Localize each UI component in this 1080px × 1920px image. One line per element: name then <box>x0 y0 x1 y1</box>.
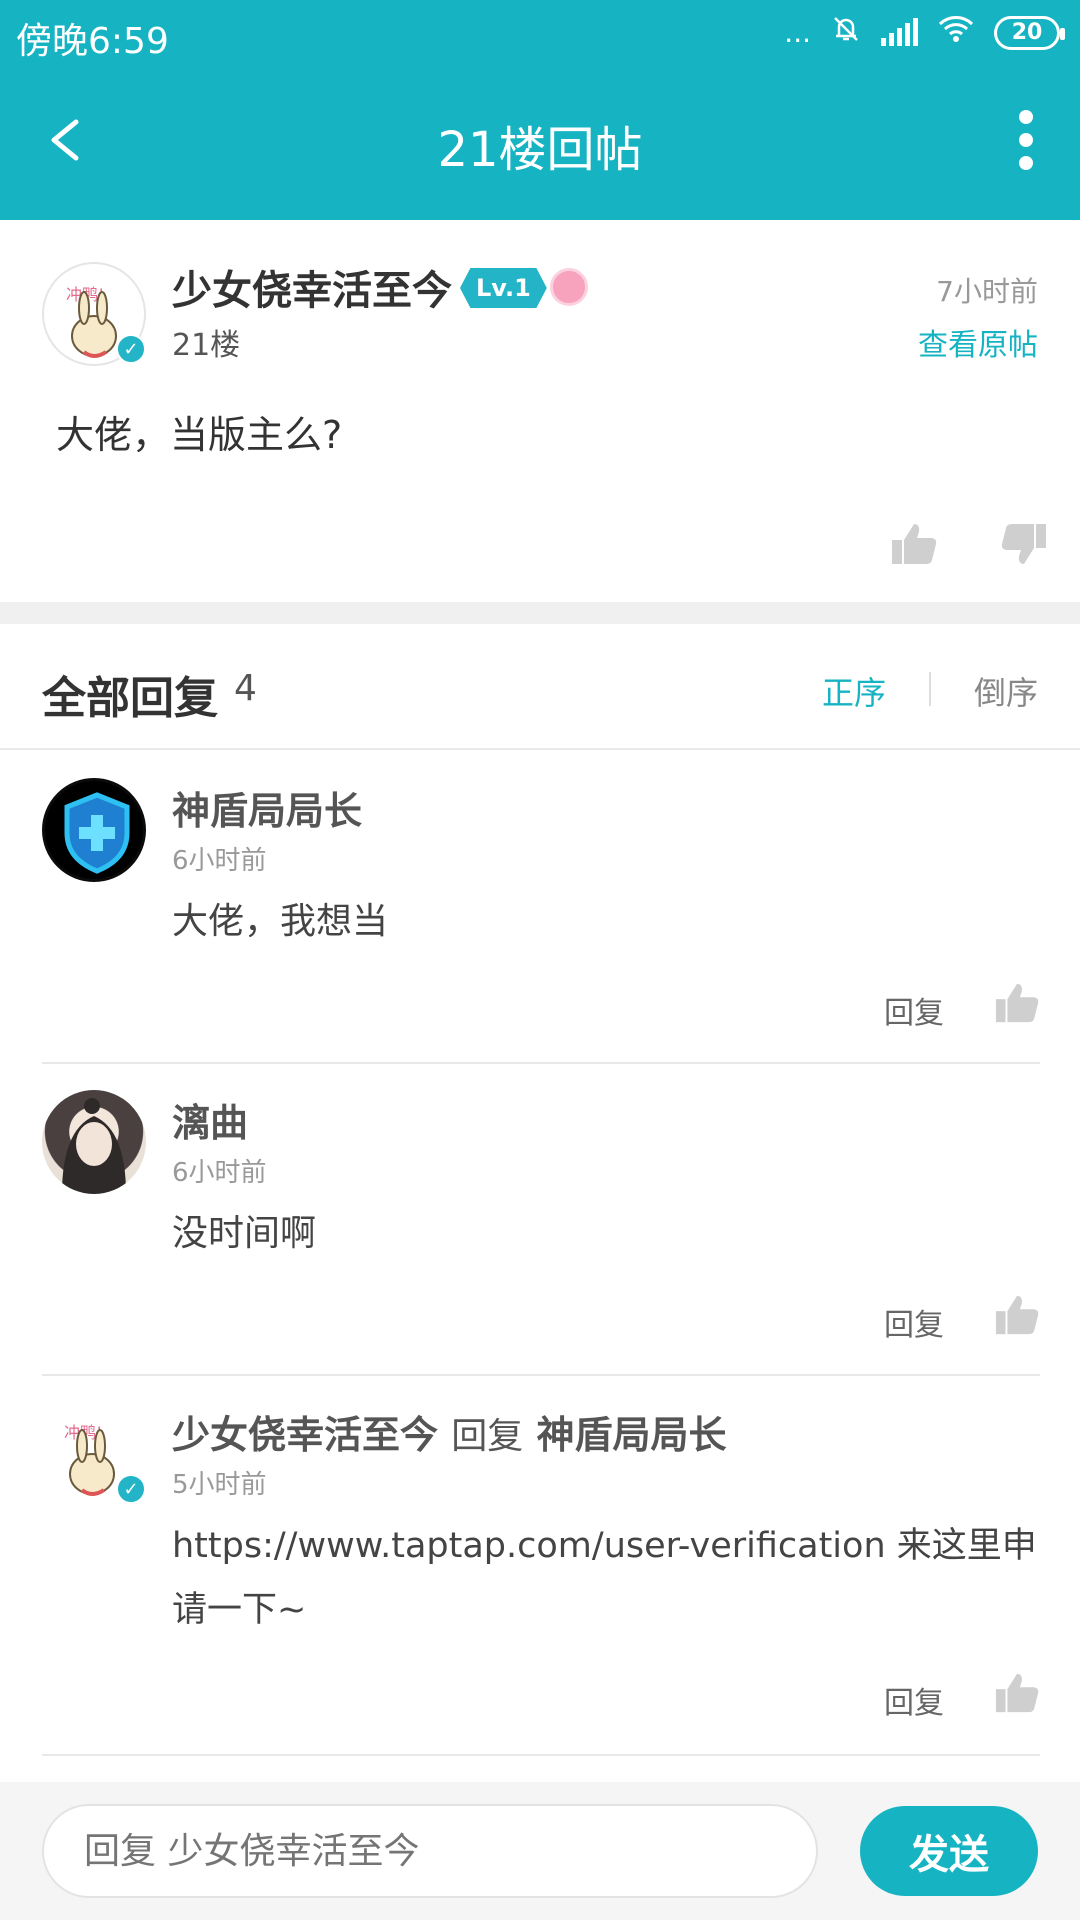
post-content: 大佬，当版主么? <box>56 413 343 457</box>
reply-author[interactable]: 神盾局局长 <box>172 780 362 835</box>
status-time: 傍晚6:59 <box>16 21 169 62</box>
battery-icon: 20 <box>994 15 1065 50</box>
thumbs-up-icon[interactable] <box>890 520 938 572</box>
signal-icon <box>881 17 918 46</box>
reply-author-line: 少女侥幸活至今 回复 神盾局局长 <box>172 1404 727 1459</box>
avatar[interactable] <box>42 1090 146 1194</box>
status-icons: ... 20 <box>784 14 1065 51</box>
list-item: 漓曲 6小时前 没时间啊 回复 <box>42 1064 1040 1376</box>
reply-button[interactable]: 回复 <box>884 988 944 1032</box>
section-divider <box>0 602 1080 624</box>
post-time: 7小时前 <box>936 275 1038 308</box>
reply-time: 6小时前 <box>172 1158 267 1188</box>
verified-icon: ✓ <box>116 334 146 364</box>
sort-descending-tab[interactable]: 倒序 <box>974 668 1038 714</box>
replies-header: 全部回复 4 正序 倒序 <box>0 624 1080 750</box>
view-original-link[interactable]: 查看原帖 <box>918 320 1038 364</box>
reply-button[interactable]: 回复 <box>884 1678 944 1722</box>
floor-number: 21楼 <box>172 328 241 363</box>
list-item: 冲鸭! ✓ 少女侥幸活至今 回复 神盾局局长 5小时前 https://www.… <box>42 1376 1040 1756</box>
level-badge: Lv.1 <box>460 268 547 308</box>
reply-to-label: 回复 <box>451 1416 524 1457</box>
list-item: 神盾局局长 6小时前 大佬，我想当 回复 <box>42 752 1040 1064</box>
more-dots-icon: ... <box>784 16 811 49</box>
thumbs-down-icon[interactable] <box>1000 520 1048 572</box>
post-author[interactable]: 少女侥幸活至今 <box>172 258 452 316</box>
reply-bar: 发送 <box>0 1782 1080 1920</box>
reply-text: 大佬，我想当 <box>172 901 389 942</box>
status-bar: 傍晚6:59 ... 20 <box>0 0 1080 70</box>
page-title: 21楼回帖 <box>437 122 643 178</box>
send-button[interactable]: 发送 <box>860 1806 1038 1896</box>
reply-author[interactable]: 少女侥幸活至今 <box>172 1413 438 1457</box>
avatar[interactable] <box>42 778 146 882</box>
top-app-bar: 21楼回帖 <box>0 70 1080 220</box>
reply-target[interactable]: 神盾局局长 <box>537 1413 727 1457</box>
reply-text: https://www.taptap.com/user-verification… <box>172 1526 1037 1630</box>
wifi-icon <box>938 15 974 50</box>
reply-time: 6小时前 <box>172 846 267 876</box>
thumbs-up-icon[interactable] <box>994 1292 1040 1342</box>
mute-bell-icon <box>831 14 861 51</box>
thumbs-up-icon[interactable] <box>994 1670 1040 1720</box>
reply-button[interactable]: 回复 <box>884 1300 944 1344</box>
reply-time: 5小时前 <box>172 1470 267 1500</box>
replies-count: 4 <box>234 668 257 709</box>
more-vertical-icon[interactable] <box>1016 110 1036 170</box>
original-post: 冲鸭! ✓ 少女侥幸活至今 Lv.1 21楼 7小时前 查看原帖 大佬，当版主么… <box>0 220 1080 602</box>
replies-title: 全部回复 <box>42 673 218 724</box>
thumbs-up-icon[interactable] <box>994 980 1040 1030</box>
medal-icon <box>550 268 588 306</box>
reply-text: 没时间啊 <box>172 1213 317 1254</box>
sort-ascending-tab[interactable]: 正序 <box>822 668 886 714</box>
verified-icon: ✓ <box>116 1474 146 1504</box>
sort-separator <box>929 672 931 706</box>
reply-input[interactable] <box>42 1804 818 1898</box>
reply-author[interactable]: 漓曲 <box>172 1092 248 1147</box>
